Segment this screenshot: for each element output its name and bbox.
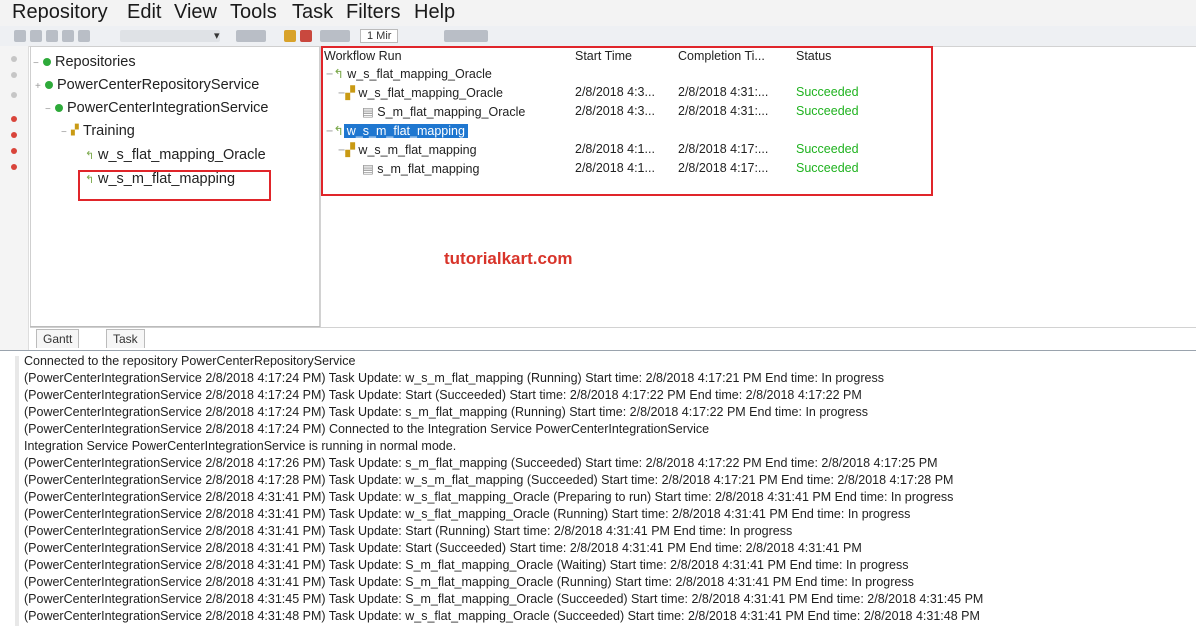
fail-icon[interactable] [11, 164, 17, 170]
tree-item-workflow[interactable]: ↰ w_s_flat_mapping_Oracle [85, 147, 266, 163]
menu-tools[interactable]: Tools [230, 0, 277, 25]
log-line: (PowerCenterIntegrationService 2/8/2018 … [24, 541, 862, 555]
log-line: (PowerCenterIntegrationService 2/8/2018 … [24, 575, 914, 589]
log-line: (PowerCenterIntegrationService 2/8/2018 … [24, 558, 909, 572]
log-line: (PowerCenterIntegrationService 2/8/2018 … [24, 524, 793, 538]
log-line: (PowerCenterIntegrationService 2/8/2018 … [24, 490, 954, 504]
side-toolbar [0, 46, 29, 350]
server-icon [55, 104, 63, 113]
stop-icon[interactable] [300, 30, 312, 42]
collapse-icon[interactable]: − [33, 58, 43, 69]
log-line: (PowerCenterIntegrationService 2/8/2018 … [24, 388, 862, 402]
workflow-icon: ↰ [85, 150, 95, 162]
gantt-view-icon[interactable] [236, 30, 266, 42]
menu-help[interactable]: Help [414, 0, 455, 25]
start-icon[interactable] [284, 30, 296, 42]
log-line: (PowerCenterIntegrationService 2/8/2018 … [24, 422, 710, 436]
toolbar: ▾ 1 Mir [0, 26, 1196, 47]
collapse-icon[interactable] [11, 72, 17, 78]
menu-repository[interactable]: Repository [12, 0, 108, 25]
log-line: (PowerCenterIntegrationService 2/8/2018 … [24, 456, 938, 470]
log-line: (PowerCenterIntegrationService 2/8/2018 … [24, 473, 954, 487]
menu-bar: Repository Edit View Tools Task Filters … [0, 0, 1196, 26]
filter-icon[interactable] [11, 92, 17, 98]
navigator-tabs: Gantt Task [30, 326, 1196, 348]
log-line: (PowerCenterIntegrationService 2/8/2018 … [24, 592, 984, 606]
filter-icon[interactable] [320, 30, 350, 42]
log-line: (PowerCenterIntegrationService 2/8/2018 … [24, 371, 884, 385]
abort-icon[interactable] [11, 148, 17, 154]
tree-item-integration-service[interactable]: − PowerCenterIntegrationService [45, 100, 269, 116]
log-line: (PowerCenterIntegrationService 2/8/2018 … [24, 507, 911, 521]
menu-edit[interactable]: Edit [127, 0, 161, 25]
log-line: Integration Service PowerCenterIntegrati… [24, 439, 457, 453]
log-line: Connected to the repository PowerCenterR… [24, 354, 356, 368]
tree-item-repositories[interactable]: − Repositories [33, 54, 136, 70]
highlight-box [78, 170, 271, 201]
server-icon [45, 81, 53, 90]
highlight-box [321, 46, 933, 196]
warning-icon[interactable] [11, 116, 17, 122]
chevron-down-icon[interactable]: ▾ [214, 29, 220, 42]
menu-filters[interactable]: Filters [346, 0, 400, 25]
watermark: tutorialkart.com [444, 249, 573, 268]
panel-grip[interactable] [15, 356, 19, 626]
pin-icon[interactable] [11, 56, 17, 62]
zoom-icon[interactable] [444, 30, 488, 42]
repository-icon [43, 58, 51, 67]
collapse-icon[interactable]: − [61, 127, 71, 138]
connect-icon[interactable] [62, 30, 74, 42]
refresh-icon[interactable] [46, 30, 58, 42]
disconnect-icon[interactable] [78, 30, 90, 42]
tab-task[interactable]: Task [106, 329, 145, 348]
tree-item-folder-training[interactable]: − ▞ Training [61, 123, 135, 139]
menu-task[interactable]: Task [292, 0, 333, 25]
time-window-select[interactable]: 1 Mir [360, 29, 399, 43]
collapse-icon[interactable]: − [45, 104, 55, 115]
tab-gantt[interactable]: Gantt [36, 329, 80, 348]
open-icon[interactable] [30, 30, 42, 42]
menu-view[interactable]: View [174, 0, 217, 25]
expand-icon[interactable]: + [35, 81, 45, 92]
service-dropdown[interactable] [120, 30, 220, 42]
log-line: (PowerCenterIntegrationService 2/8/2018 … [24, 609, 980, 623]
new-icon[interactable] [14, 30, 26, 42]
tree-item-repository-service[interactable]: + PowerCenterRepositoryService [35, 77, 259, 93]
folder-icon: ▞ [71, 125, 79, 137]
error-icon[interactable] [11, 132, 17, 138]
log-line: (PowerCenterIntegrationService 2/8/2018 … [24, 405, 868, 419]
